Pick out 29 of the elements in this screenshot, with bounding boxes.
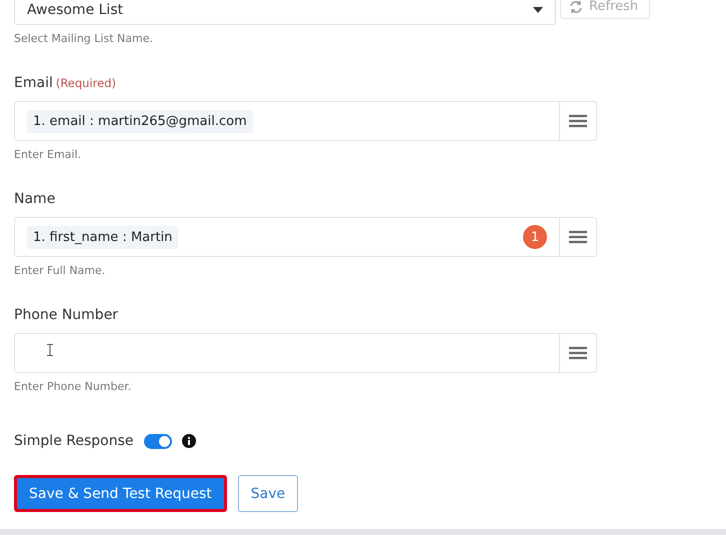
required-note: (Required): [56, 76, 116, 90]
send-test-button[interactable]: Save & Send Test Request: [14, 475, 227, 512]
input-field[interactable]: [14, 333, 559, 373]
refresh-icon: [569, 0, 583, 14]
menu-icon: [569, 346, 587, 360]
field-hint: Select Mailing List Name.: [14, 32, 154, 45]
caret-icon: [533, 6, 543, 12]
menu-icon: [569, 230, 587, 244]
field-hint: Enter Full Name.: [14, 264, 106, 277]
menu-button[interactable]: [559, 217, 597, 257]
field-label: Phone Number: [14, 307, 118, 323]
field-label: Name: [14, 191, 56, 207]
toggle-label: Simple Response: [14, 433, 134, 449]
menu-button[interactable]: [559, 333, 597, 373]
input-field[interactable]: 1. first_name : Martin 1: [14, 217, 559, 257]
field-hint: Enter Email.: [14, 148, 82, 161]
field-hint: Enter Phone Number.: [14, 380, 132, 393]
info-icon[interactable]: [182, 434, 196, 448]
field-label: Email: [14, 75, 53, 91]
input-field[interactable]: 1. email : martin265@gmail.com: [14, 101, 559, 141]
text-cursor-icon: [47, 344, 53, 356]
menu-icon: [569, 114, 587, 128]
count-badge: 1: [523, 225, 547, 249]
save-button[interactable]: Save: [238, 475, 298, 512]
mailing-list-select[interactable]: Awesome List: [14, 0, 556, 25]
mapped-value-tag[interactable]: 1. email : martin265@gmail.com: [27, 110, 253, 132]
menu-button[interactable]: [559, 101, 597, 141]
mapped-value-tag[interactable]: 1. first_name : Martin: [27, 226, 178, 248]
toggle-switch[interactable]: [144, 434, 172, 448]
